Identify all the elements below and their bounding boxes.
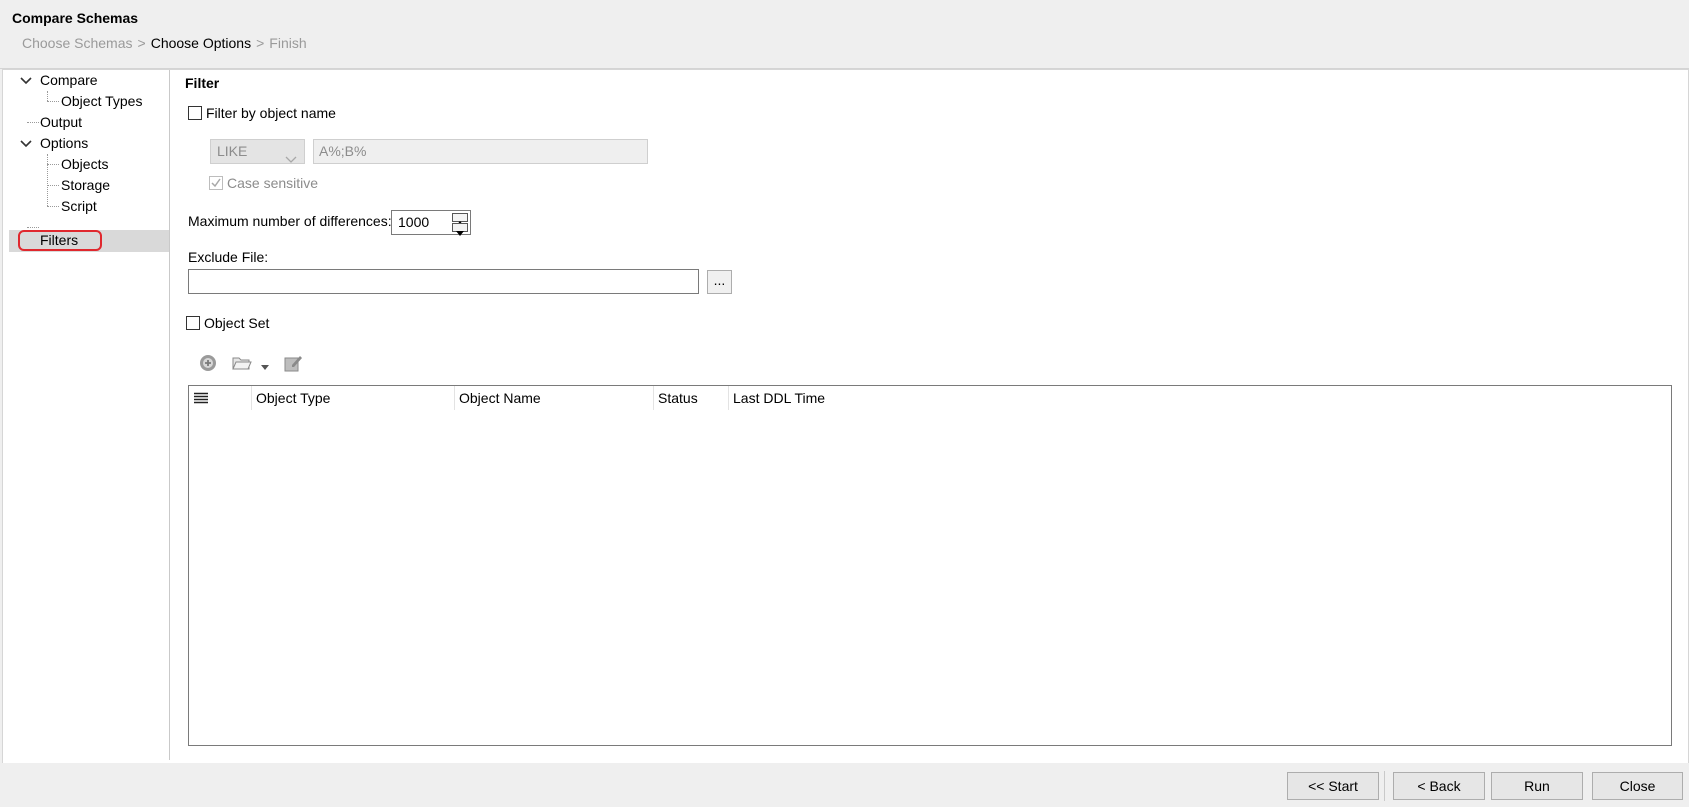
breadcrumb-step-finish: Finish: [269, 35, 307, 51]
breadcrumb: Choose Schemas > Choose Options > Finish: [22, 35, 307, 51]
wizard-footer: << Start < Back Run Close: [0, 763, 1689, 807]
chevron-down-icon[interactable]: [19, 74, 33, 88]
tree-item-output[interactable]: Output: [40, 112, 82, 133]
column-chooser[interactable]: [189, 386, 251, 410]
dropdown-arrow-icon[interactable]: [260, 359, 270, 379]
tree-item-objects[interactable]: Objects: [61, 154, 108, 175]
tree-connector: [47, 154, 48, 206]
tree-connector: [47, 185, 59, 186]
pattern-input[interactable]: A%;B%: [313, 139, 648, 164]
spin-down-button[interactable]: [452, 223, 468, 236]
filter-by-name-label[interactable]: Filter by object name: [206, 105, 336, 121]
operator-select[interactable]: LIKE: [210, 139, 305, 164]
browse-button[interactable]: ...: [707, 270, 732, 294]
button-separator: [1384, 771, 1385, 801]
breadcrumb-step-choose-schemas: Choose Schemas: [22, 35, 133, 51]
list-icon: [194, 392, 208, 404]
chevron-down-icon[interactable]: [19, 137, 33, 151]
operator-select-value: LIKE: [217, 143, 248, 159]
grid-header: Object Type Object Name Status Last DDL …: [189, 386, 1671, 410]
filters-panel: Filter Filter by object name LIKE A%;B% …: [171, 70, 1686, 760]
start-button[interactable]: << Start: [1287, 772, 1379, 800]
chevron-down-icon: [285, 148, 297, 171]
column-header-last-ddl-time[interactable]: Last DDL Time: [728, 386, 928, 410]
add-circle-icon[interactable]: [198, 353, 218, 373]
breadcrumb-separator: >: [137, 35, 146, 51]
back-button[interactable]: < Back: [1393, 772, 1485, 800]
max-differences-label: Maximum number of differences:: [188, 213, 392, 229]
max-differences-spinner[interactable]: 1000: [391, 210, 471, 236]
exclude-file-label: Exclude File:: [188, 249, 269, 265]
wizard-body: Compare Object Types Output Options Obje…: [2, 69, 1689, 764]
max-differences-value[interactable]: 1000: [398, 214, 429, 230]
exclude-file-input[interactable]: [188, 269, 699, 294]
options-tree: Compare Object Types Output Options Obje…: [3, 70, 170, 760]
object-set-checkbox[interactable]: [186, 316, 200, 330]
spin-up-button[interactable]: [452, 213, 468, 226]
case-sensitive-checkbox[interactable]: [209, 176, 223, 190]
object-set-grid[interactable]: Object Type Object Name Status Last DDL …: [188, 385, 1672, 746]
close-button[interactable]: Close: [1592, 772, 1683, 800]
case-sensitive-label[interactable]: Case sensitive: [227, 175, 318, 191]
tree-item-storage[interactable]: Storage: [61, 175, 110, 196]
tree-connector: [27, 122, 39, 123]
highlight-outline: [18, 230, 102, 251]
filter-by-name-checkbox[interactable]: [188, 106, 202, 120]
tree-connector: [47, 164, 59, 165]
tree-item-options[interactable]: Options: [40, 133, 88, 154]
object-set-label[interactable]: Object Set: [204, 315, 269, 331]
column-header-object-name[interactable]: Object Name: [454, 386, 653, 410]
wizard-header: Compare Schemas Choose Schemas > Choose Op…: [0, 0, 1689, 69]
column-header-status[interactable]: Status: [653, 386, 728, 410]
tree-connector: [47, 206, 59, 207]
tree-connector: [27, 227, 39, 228]
section-title-filter: Filter: [185, 75, 220, 91]
edit-icon[interactable]: [283, 353, 303, 373]
tree-item-script[interactable]: Script: [61, 196, 97, 217]
column-header-object-type[interactable]: Object Type: [251, 386, 454, 410]
tree-item-object-types[interactable]: Object Types: [61, 91, 142, 112]
tree-item-compare[interactable]: Compare: [40, 70, 98, 91]
breadcrumb-step-choose-options: Choose Options: [150, 35, 252, 51]
tree-connector: [47, 101, 59, 102]
breadcrumb-separator: >: [256, 35, 265, 51]
run-button[interactable]: Run: [1491, 772, 1583, 800]
window-title: Compare Schemas: [12, 10, 139, 26]
tree-connector: [47, 91, 48, 101]
open-folder-icon[interactable]: [231, 353, 253, 373]
